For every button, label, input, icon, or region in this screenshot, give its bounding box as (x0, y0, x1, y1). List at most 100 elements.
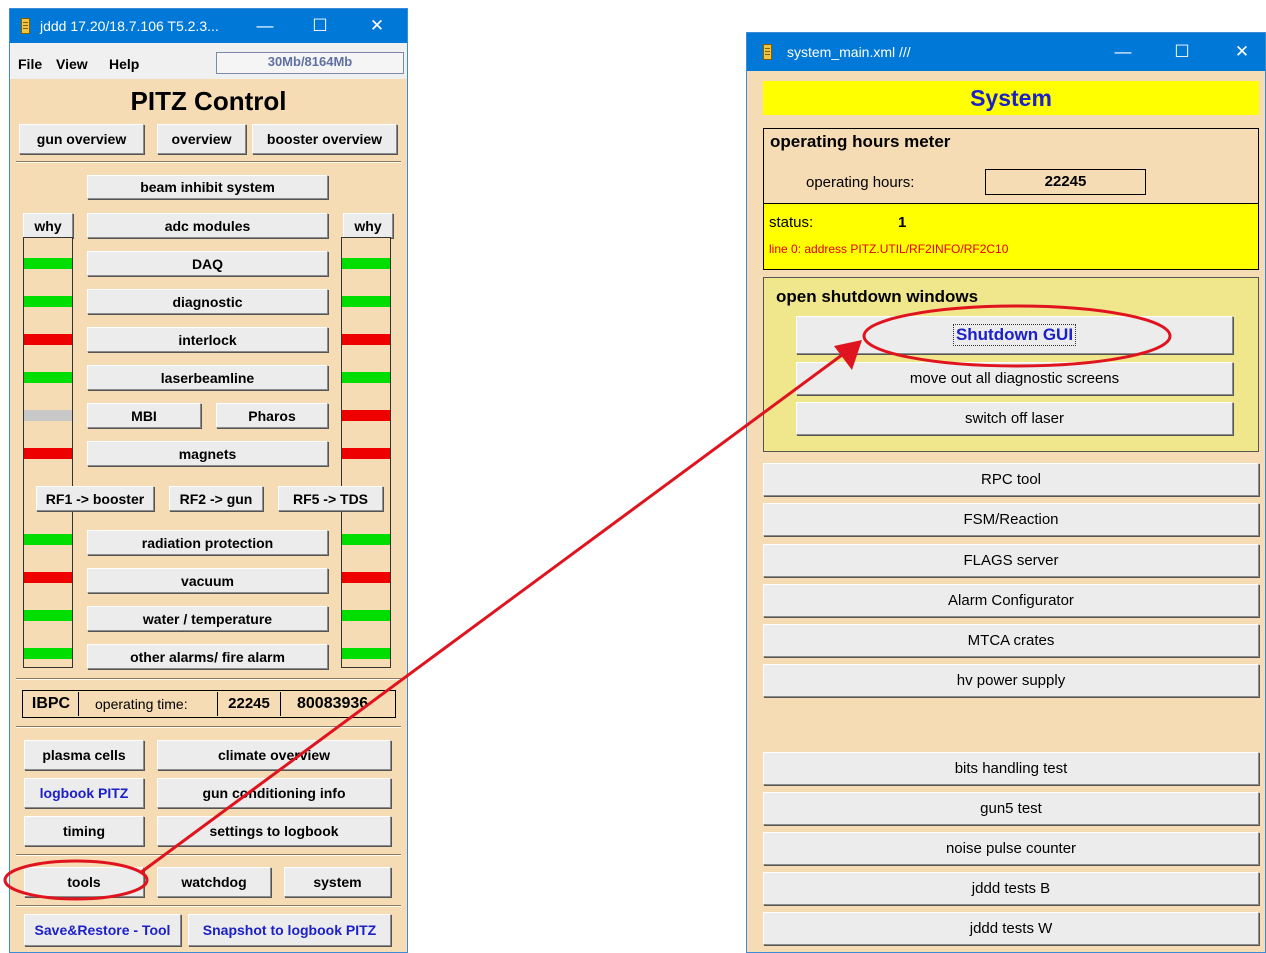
page-title: PITZ Control (130, 86, 287, 116)
status-indicator (24, 334, 72, 345)
counter-value: 80083936 (297, 695, 369, 712)
status-indicator (24, 296, 72, 307)
overview-button[interactable]: overview (157, 124, 246, 154)
left-title-bar[interactable]: jddd 17.20/18.7.106 T5.2.3... — ☐ ✕ (10, 9, 407, 43)
diagnostic-button[interactable]: diagnostic (87, 289, 328, 314)
gun5-test-button[interactable]: gun5 test (763, 792, 1259, 825)
adc-modules-button[interactable]: adc modules (87, 213, 328, 238)
gun-overview-button[interactable]: gun overview (19, 124, 144, 154)
logbook-pitz-button[interactable]: logbook PITZ (24, 778, 144, 808)
close-icon[interactable]: ✕ (1217, 33, 1266, 71)
hv-power-supply-button[interactable]: hv power supply (763, 664, 1259, 697)
status-indicator (342, 610, 390, 621)
other-alarms-button[interactable]: other alarms/ fire alarm (87, 644, 328, 669)
plasma-cells-button[interactable]: plasma cells (24, 740, 144, 770)
right-title-bar[interactable]: system_main.xml /// — ☐ ✕ (747, 33, 1265, 71)
close-icon[interactable]: ✕ (352, 9, 402, 43)
magnets-button[interactable]: magnets (87, 441, 328, 466)
jddd-tests-w-button[interactable]: jddd tests W (763, 912, 1259, 945)
status-indicator (24, 572, 72, 583)
operating-hours-value: 22245 (985, 169, 1146, 195)
shutdown-gui-button[interactable]: Shutdown GUI (796, 316, 1233, 354)
radiation-protection-button[interactable]: radiation protection (87, 530, 328, 555)
menu-bar: File View Help 30Mb/8164Mb (10, 43, 407, 79)
operating-time-value: 22245 (217, 692, 281, 716)
bits-handling-test-button[interactable]: bits handling test (763, 752, 1259, 785)
why-left-button[interactable]: why (23, 213, 73, 238)
operating-hours-label: operating hours: (806, 174, 915, 191)
why-right-button[interactable]: why (343, 213, 393, 238)
status-indicator (342, 258, 390, 269)
laserbeamline-button[interactable]: laserbeamline (87, 365, 328, 390)
status-indicator (342, 296, 390, 307)
rpc-tool-button[interactable]: RPC tool (763, 463, 1259, 496)
tools-button[interactable]: tools (24, 867, 144, 897)
snapshot-to-logbook-button[interactable]: Snapshot to logbook PITZ (188, 914, 391, 946)
move-out-diagnostic-screens-button[interactable]: move out all diagnostic screens (796, 362, 1233, 395)
settings-to-logbook-button[interactable]: settings to logbook (157, 816, 391, 846)
right-window: system_main.xml /// — ☐ ✕ System operati… (746, 32, 1266, 953)
booster-overview-button[interactable]: booster overview (252, 124, 397, 154)
menu-help[interactable]: Help (109, 54, 139, 74)
fsm-reaction-button[interactable]: FSM/Reaction (763, 503, 1259, 536)
status-bar-right (341, 237, 391, 668)
status-indicator (24, 648, 72, 659)
mbi-button[interactable]: MBI (87, 403, 201, 428)
divider (16, 678, 401, 680)
rf2-gun-button[interactable]: RF2 -> gun (169, 486, 263, 511)
system-heading: System (763, 81, 1259, 115)
jddd-tests-b-button[interactable]: jddd tests B (763, 872, 1259, 905)
menu-view[interactable]: View (56, 54, 88, 74)
status-indicator (342, 372, 390, 383)
noise-pulse-counter-button[interactable]: noise pulse counter (763, 832, 1259, 865)
status-indicator (24, 258, 72, 269)
vacuum-button[interactable]: vacuum (87, 568, 328, 593)
timing-button[interactable]: timing (24, 816, 144, 846)
divider (16, 905, 401, 907)
status-value: 1 (898, 214, 907, 231)
interlock-button[interactable]: interlock (87, 327, 328, 352)
beam-inhibit-button[interactable]: beam inhibit system (87, 175, 328, 199)
status-indicator (342, 648, 390, 659)
app-icon (763, 44, 772, 60)
menu-file[interactable]: File (18, 54, 42, 74)
watchdog-button[interactable]: watchdog (157, 867, 271, 897)
status-indicator (24, 610, 72, 621)
operating-time-label: operating time: (95, 696, 188, 712)
status-indicator (342, 572, 390, 583)
status-panel (763, 203, 1259, 270)
alarm-configurator-button[interactable]: Alarm Configurator (763, 584, 1259, 617)
memory-indicator: 30Mb/8164Mb (216, 52, 404, 74)
pharos-button[interactable]: Pharos (216, 403, 328, 428)
status-indicator (24, 534, 72, 545)
minimize-icon[interactable]: — (240, 9, 290, 43)
mtca-crates-button[interactable]: MTCA crates (763, 624, 1259, 657)
status-indicator (24, 448, 72, 459)
status-message: line 0: address PITZ.UTIL/RF2INFO/RF2C10 (769, 242, 1009, 256)
divider (16, 726, 401, 728)
daq-button[interactable]: DAQ (87, 251, 328, 276)
status-indicator (24, 372, 72, 383)
save-restore-tool-button[interactable]: Save&Restore - Tool (24, 914, 181, 946)
system-button[interactable]: system (284, 867, 391, 897)
app-icon (21, 18, 30, 34)
gun-conditioning-info-button[interactable]: gun conditioning info (157, 778, 391, 808)
rf1-booster-button[interactable]: RF1 -> booster (36, 486, 154, 511)
maximize-icon[interactable]: ☐ (1157, 33, 1207, 71)
status-bar-left (23, 237, 73, 668)
right-window-title: system_main.xml /// (787, 44, 911, 60)
operating-hours-meter-title: operating hours meter (770, 132, 951, 151)
shutdown-gui-label: Shutdown GUI (952, 324, 1077, 346)
switch-off-laser-button[interactable]: switch off laser (796, 402, 1233, 435)
maximize-icon[interactable]: ☐ (295, 9, 345, 43)
status-indicator (342, 334, 390, 345)
divider (16, 161, 401, 163)
ibpc-label: IBPC (24, 692, 79, 716)
climate-overview-button[interactable]: climate overview (157, 740, 391, 770)
rf5-tds-button[interactable]: RF5 -> TDS (278, 486, 383, 511)
flags-server-button[interactable]: FLAGS server (763, 544, 1259, 577)
status-indicator (342, 448, 390, 459)
left-window: jddd 17.20/18.7.106 T5.2.3... — ☐ ✕ File… (9, 8, 408, 953)
water-temperature-button[interactable]: water / temperature (87, 606, 328, 631)
minimize-icon[interactable]: — (1098, 33, 1148, 71)
